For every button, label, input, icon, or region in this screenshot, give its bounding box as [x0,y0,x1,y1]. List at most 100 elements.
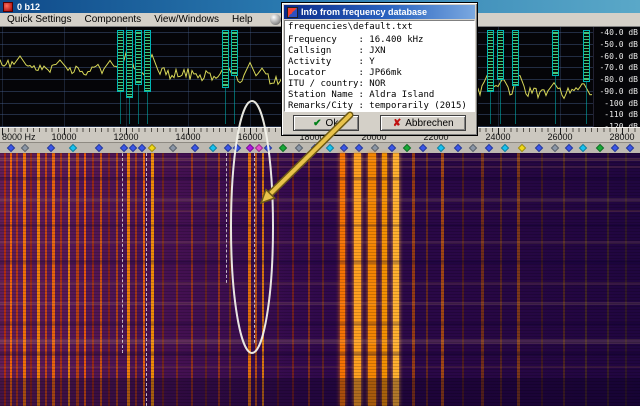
frequency-marker-diamond[interactable] [551,144,559,152]
database-file-path: frequencies\default.txt [288,22,471,33]
frequency-marker-diamond[interactable] [120,144,128,152]
ruler-major-tick [498,128,499,135]
frequency-marker-diamond[interactable] [21,144,29,152]
frequency-marker-diamond[interactable] [209,144,217,152]
db-label: -80.0 dB [599,75,638,84]
frequency-marker-diamond[interactable] [47,144,55,152]
station-marker-line [129,98,130,124]
db-label: -90.0 dB [599,87,638,96]
frequency-marker-diamond[interactable] [191,144,199,152]
frequency-marker-diamond[interactable] [501,144,509,152]
frequency-marker-diamond[interactable] [565,144,573,152]
frequency-marker-diamond[interactable] [579,144,587,152]
marker-dash-line [146,153,147,406]
menu-quick-settings[interactable]: Quick Settings [7,14,71,25]
frequency-marker-diamond[interactable] [535,144,543,152]
dialog-buttons: ✔ Ok ✘ Abbrechen [282,113,477,133]
frequency-marker-diamond[interactable] [129,144,137,152]
db-label: -70.0 dB [599,63,638,72]
frequency-marker-diamond[interactable] [311,144,319,152]
frequency-marker-diamond[interactable] [138,144,146,152]
dialog-title-bar[interactable]: Info from frequency database [284,5,475,19]
window-title: 0 b12 [17,2,40,12]
frequency-marker-diamond[interactable] [371,144,379,152]
db-label: -40.0 dB [599,28,638,37]
db-label: -50.0 dB [599,40,638,49]
frequency-marker-diamond[interactable] [264,144,272,152]
frequency-marker-diamond[interactable] [340,144,348,152]
frequency-marker-diamond[interactable] [419,144,427,152]
ruler-major-tick [126,128,127,135]
station-marker-line [555,76,556,124]
marker-dash-line [122,153,123,353]
station-label-tag[interactable] [144,30,151,92]
frequency-marker-diamond[interactable] [295,144,303,152]
frequency-marker-diamond[interactable] [388,144,396,152]
frequency-marker-diamond[interactable] [148,144,156,152]
marker-dash-line [226,153,227,283]
station-label-tag[interactable] [497,30,504,80]
station-marker-line [490,92,491,124]
station-label-tag[interactable] [126,30,133,98]
field-callsign: Callsign : JXN [288,46,471,57]
logo-sphere-icon [270,14,281,25]
frequency-marker-diamond[interactable] [485,144,493,152]
field-activity: Activity : Y [288,57,471,68]
waterfall-marker-dashes [0,153,640,406]
frequency-marker-diamond[interactable] [326,144,334,152]
ruler-major-tick [622,128,623,135]
ruler-major-tick [560,128,561,135]
frequency-marker-diamond[interactable] [355,144,363,152]
db-label: -110 dB [604,110,638,119]
menu-components[interactable]: Components [84,14,141,25]
frequency-marker-diamond[interactable] [246,144,254,152]
cancel-button[interactable]: ✘ Abbrechen [380,115,466,131]
station-marker-line [120,92,121,124]
frequency-marker-diamond[interactable] [7,144,15,152]
dialog-title: Info from frequency database [301,7,427,17]
station-label-tag[interactable] [583,30,590,82]
station-label-tag[interactable] [552,30,559,76]
frequency-marker-diamond[interactable] [224,144,232,152]
info-dialog: Info from frequency database frequencies… [281,2,478,136]
marker-dash-line [254,153,255,343]
frequency-marker-diamond[interactable] [255,144,263,152]
frequency-marker-diamond[interactable] [437,144,445,152]
frequency-marker-diamond[interactable] [469,144,477,152]
frequency-marker-diamond[interactable] [233,144,241,152]
station-marker-line [234,76,235,124]
station-marker-line [138,85,139,124]
frequency-marker-diamond[interactable] [626,144,634,152]
station-marker-line [515,86,516,124]
field-station-name: Station Name : Aldra Island [288,90,471,101]
field-locator: Locator : JP66mk [288,68,471,79]
frequency-marker-diamond[interactable] [596,144,604,152]
frequency-marker-diamond[interactable] [518,144,526,152]
station-label-tag[interactable] [487,30,494,92]
ruler-major-tick [188,128,189,135]
station-label-tag[interactable] [135,30,142,85]
frequency-marker-diamond[interactable] [95,144,103,152]
frequency-marker-diamond[interactable] [69,144,77,152]
x-icon: ✘ [393,118,401,129]
frequency-marker-diamond[interactable] [279,144,287,152]
frequency-marker-diamond[interactable] [403,144,411,152]
dialog-icon [287,7,298,18]
ok-button[interactable]: ✔ Ok [293,115,359,131]
frequency-marker-diamond[interactable] [611,144,619,152]
menu-view-windows[interactable]: View/Windows [154,14,219,25]
frequency-marker-diamond[interactable] [454,144,462,152]
dialog-content: frequencies\default.txt Frequency : 16.4… [284,20,475,112]
ruler-major-tick [64,128,65,135]
db-label: -60.0 dB [599,52,638,61]
station-label-tag[interactable] [231,30,238,76]
station-marker-line [500,80,501,124]
waterfall-display[interactable] [0,153,640,406]
frequency-marker-diamond[interactable] [169,144,177,152]
station-label-tag[interactable] [222,30,229,88]
frequency-marker-strip[interactable] [0,142,640,153]
ruler-major-tick [2,128,3,135]
station-label-tag[interactable] [512,30,519,86]
menu-help[interactable]: Help [232,14,253,25]
station-label-tag[interactable] [117,30,124,92]
